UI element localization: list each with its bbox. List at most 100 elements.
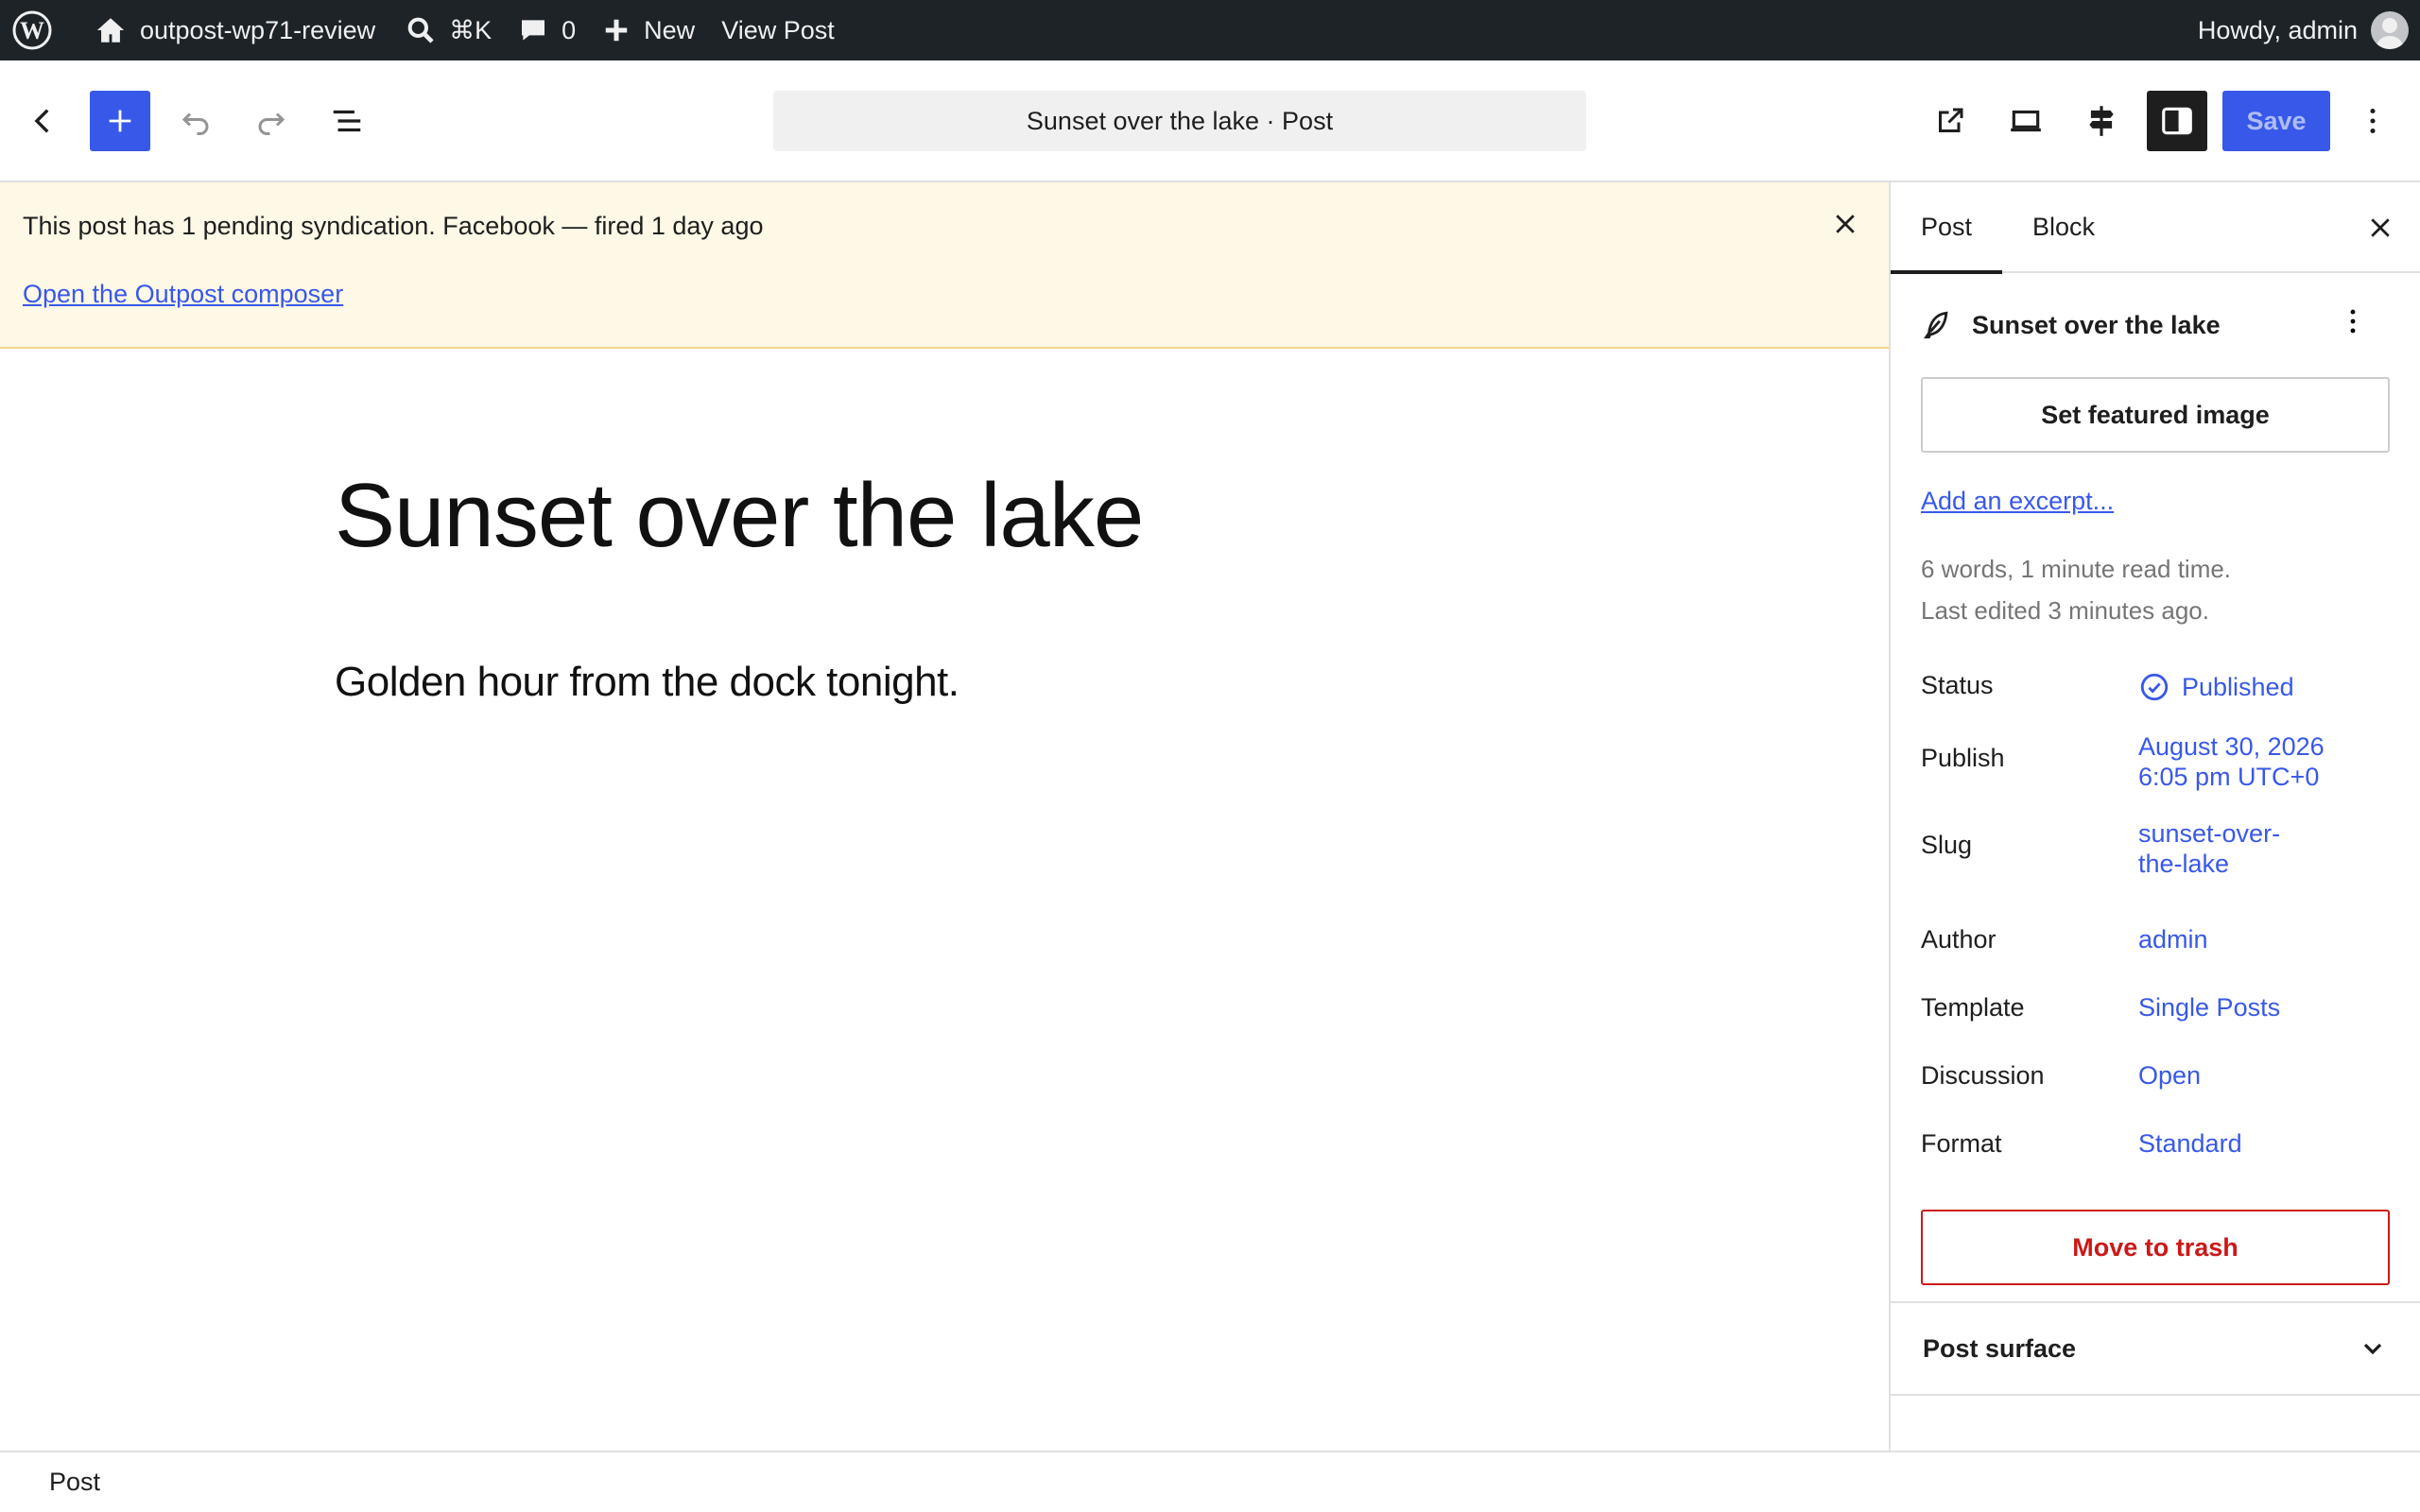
comment-icon: [522, 20, 545, 41]
publish-value[interactable]: August 30, 2026 6:05 pm UTC+0: [2138, 731, 2325, 818]
list-view-icon: [333, 110, 361, 132]
set-featured-image-button[interactable]: Set featured image: [1921, 377, 2390, 453]
wordpress-logo-button[interactable]: W: [0, 0, 66, 60]
publish-row: Publish August 30, 2026 6:05 pm UTC+0: [1921, 731, 2390, 818]
notice-dismiss-button[interactable]: [1826, 205, 1864, 243]
site-name: outpost-wp71-review: [140, 15, 376, 44]
home-icon: [96, 18, 125, 43]
discussion-value[interactable]: Open: [2138, 1060, 2201, 1091]
desktop-icon: [2011, 110, 2041, 132]
new-label: New: [644, 15, 696, 44]
external-link-icon: [1939, 108, 1963, 132]
more-vertical-icon: [2370, 108, 2376, 134]
document-bar[interactable]: Sunset over the lake · Post: [773, 91, 1586, 151]
save-button[interactable]: Save: [2222, 91, 2330, 151]
publish-label: Publish: [1921, 744, 2005, 772]
post-card: Sunset over the lake: [1921, 273, 2390, 377]
chevron-left-icon: [34, 109, 49, 133]
word-count: 6 words, 1 minute read time.: [1921, 555, 2232, 583]
search-icon: [407, 17, 434, 43]
settings-sidebar: Post Block Sunset over the lake Set feat…: [1889, 182, 2420, 1451]
post-meta-rows: Status Published Publish August 30, 2026…: [1921, 660, 2390, 1177]
notice-message: This post has 1 pending syndication. Fac…: [23, 212, 764, 240]
slug-line-2: the-lake: [2138, 850, 2230, 878]
slug-value[interactable]: sunset-over- the-lake: [2138, 818, 2280, 905]
template-value[interactable]: Single Posts: [2138, 992, 2280, 1022]
post-stats: 6 words, 1 minute read time. Last edited…: [1921, 548, 2390, 631]
post-summary-panel: Sunset over the lake Set featured image …: [1891, 273, 2420, 1285]
comments-link[interactable]: 0: [505, 0, 589, 60]
discussion-row: Discussion Open: [1921, 1041, 2390, 1109]
options-button[interactable]: [2342, 91, 2403, 151]
plus-icon: [605, 19, 628, 42]
undo-button[interactable]: [165, 91, 226, 151]
author-value[interactable]: admin: [2138, 924, 2208, 954]
post-title[interactable]: Sunset over the lake: [335, 464, 1144, 568]
view-post-label: View Post: [721, 15, 835, 44]
settings-button[interactable]: [2147, 91, 2207, 151]
command-palette-button[interactable]: ⌘K: [389, 0, 505, 60]
preview-device-button[interactable]: [1996, 91, 2056, 151]
document-title: Sunset over the lake · Post: [1026, 106, 1334, 135]
status-text: Published: [2182, 673, 2294, 701]
outpost-composer-link[interactable]: Open the Outpost composer: [23, 277, 343, 311]
account-menu[interactable]: Howdy, admin: [2185, 0, 2420, 60]
close-icon: [2371, 218, 2390, 237]
outpost-plugin-button[interactable]: [2071, 91, 2132, 151]
author-row: Author admin: [1921, 905, 2390, 973]
feather-icon: [1924, 311, 1948, 339]
post-actions-button[interactable]: [2337, 305, 2369, 344]
template-row: Template Single Posts: [1921, 973, 2390, 1041]
publish-time: 6:05 pm UTC+0: [2138, 763, 2320, 791]
editor-footer: Post: [0, 1451, 2420, 1512]
new-content-menu[interactable]: New: [589, 0, 708, 60]
block-inserter-button[interactable]: [90, 91, 150, 151]
format-label: Format: [1921, 1128, 2002, 1158]
signpost-icon: [2089, 106, 2114, 136]
view-post-link[interactable]: View Post: [708, 0, 848, 60]
published-check-icon: [2140, 673, 2169, 701]
publish-date: August 30, 2026: [2138, 732, 2325, 761]
tab-post[interactable]: Post: [1891, 181, 2003, 274]
move-to-trash-button[interactable]: Move to trash: [1921, 1210, 2390, 1285]
chevron-down-icon: [2363, 1343, 2382, 1355]
status-value[interactable]: Published: [2138, 671, 2294, 703]
sidebar-tabs: Post Block: [1891, 181, 2420, 274]
more-vertical-icon: [2350, 309, 2356, 334]
editor-canvas: Sunset over the lake Golden hour from th…: [0, 349, 1891, 1451]
author-label: Author: [1921, 924, 1996, 954]
format-value[interactable]: Standard: [2138, 1128, 2242, 1159]
discussion-label: Discussion: [1921, 1060, 2045, 1090]
howdy-text: Howdy, admin: [2197, 15, 2358, 44]
add-excerpt-link[interactable]: Add an excerpt...: [1921, 487, 2114, 516]
comments-count: 0: [562, 15, 577, 44]
close-sidebar-button[interactable]: [2361, 209, 2399, 247]
view-post-button[interactable]: [1920, 91, 1980, 151]
slug-line-1: sunset-over-: [2138, 819, 2281, 848]
slug-label: Slug: [1921, 831, 1973, 859]
plus-icon: [109, 110, 131, 132]
close-icon: [1836, 215, 1855, 233]
syndication-notice: This post has 1 pending syndication. Fac…: [0, 182, 1891, 349]
admin-bar: W outpost-wp71-review ⌘K 0 New View Post…: [0, 0, 2420, 60]
status-row: Status Published: [1921, 660, 2390, 731]
post-card-title: Sunset over the lake: [1972, 310, 2221, 339]
document-overview-button[interactable]: [317, 91, 377, 151]
undo-icon: [182, 112, 209, 135]
sidebar-icon: [2162, 107, 2192, 135]
breadcrumb[interactable]: Post: [49, 1468, 100, 1497]
post-surface-label: Post surface: [1923, 1333, 2077, 1363]
svg-text:W: W: [20, 17, 44, 44]
post-surface-panel-toggle[interactable]: Post surface: [1891, 1301, 2420, 1396]
last-edited: Last edited 3 minutes ago.: [1921, 596, 2209, 625]
format-row: Format Standard: [1921, 1109, 2390, 1177]
redo-button[interactable]: [241, 91, 302, 151]
back-button[interactable]: [13, 91, 74, 151]
paragraph-block[interactable]: Golden hour from the dock tonight.: [335, 659, 959, 706]
slug-row: Slug sunset-over- the-lake: [1921, 818, 2390, 905]
status-label: Status: [1921, 671, 1994, 699]
search-shortcut: ⌘K: [449, 15, 493, 44]
tab-block[interactable]: Block: [2002, 181, 2125, 272]
editor-header: Sunset over the lake · Post Save: [0, 60, 2420, 182]
site-name-link[interactable]: outpost-wp71-review: [66, 0, 389, 60]
